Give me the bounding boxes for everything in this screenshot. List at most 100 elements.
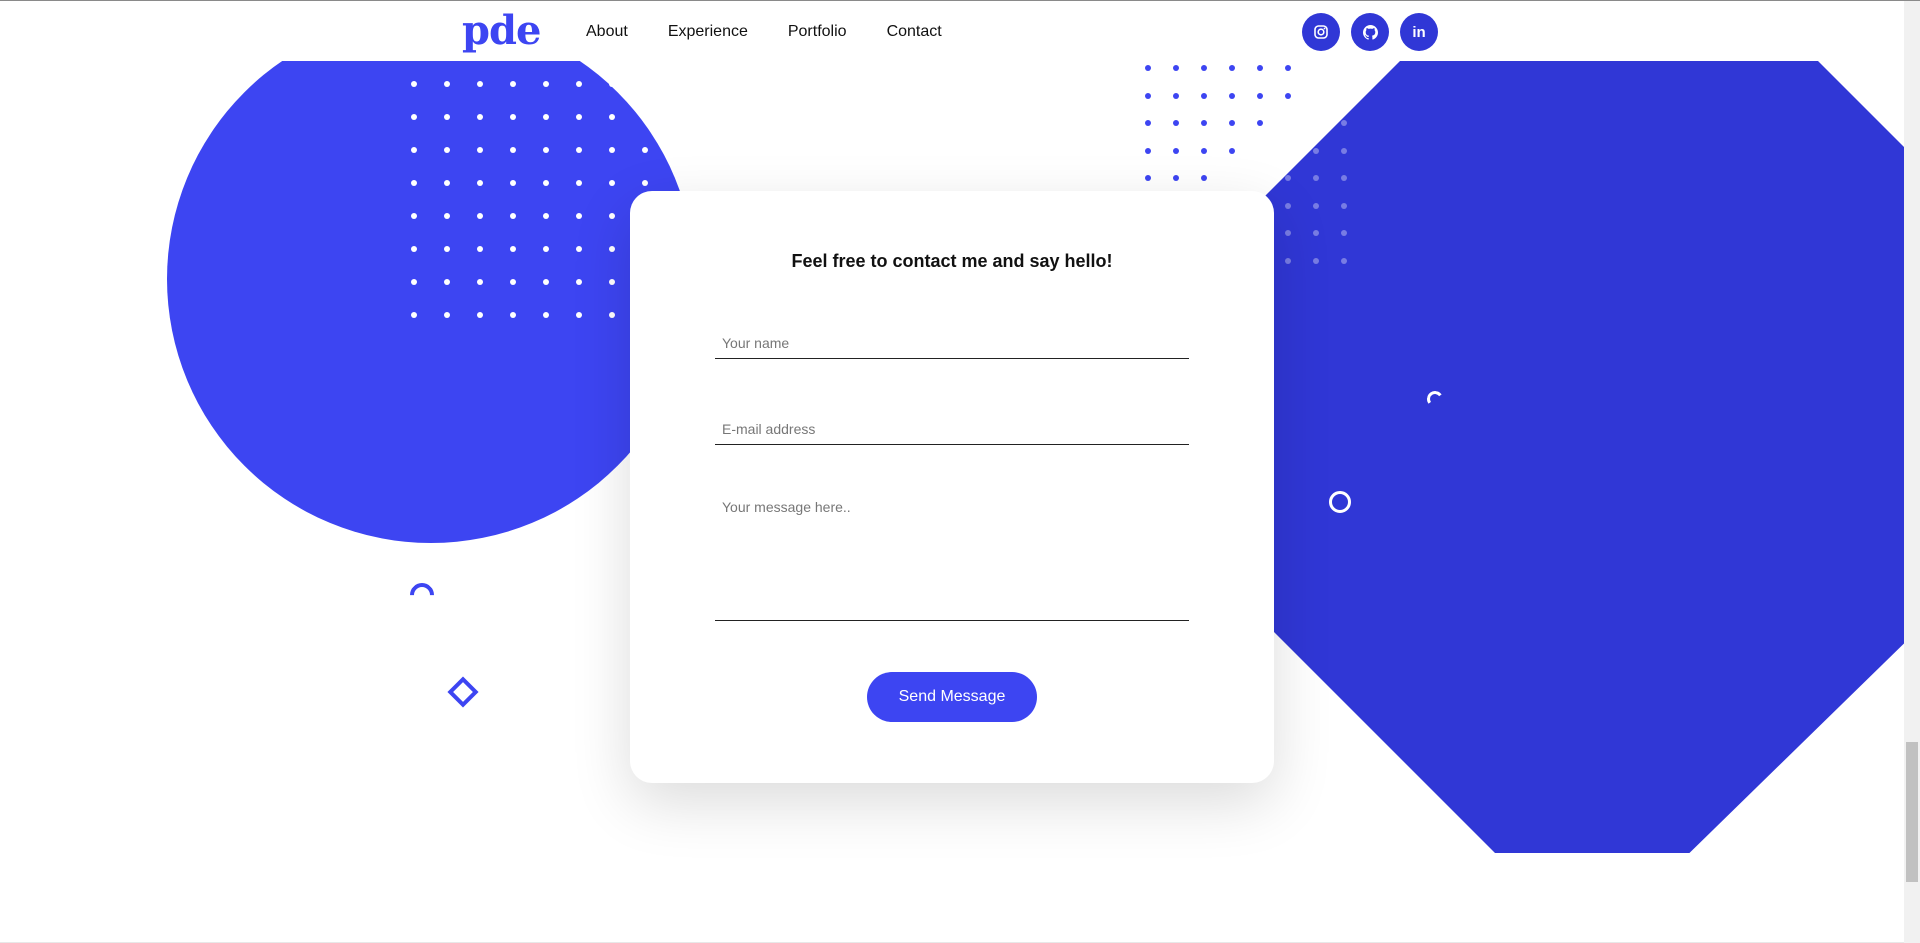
decorative-dot (510, 114, 516, 120)
decorative-dot (477, 312, 483, 318)
decorative-dot (642, 114, 648, 120)
decorative-dot (543, 114, 549, 120)
decorative-dot (444, 246, 450, 252)
decorative-dot (477, 147, 483, 153)
decorative-dot (609, 180, 615, 186)
decorative-dot (411, 213, 417, 219)
decorative-dot (1313, 257, 1319, 264)
decorative-dot (444, 81, 450, 87)
decorative-dot (576, 147, 582, 153)
decorative-dot (1257, 147, 1263, 154)
decorative-dot (1285, 120, 1291, 126)
page: pde About Experience Portfolio Contact i… (0, 1, 1904, 943)
decorative-dot (1145, 147, 1151, 154)
decorative-dot (444, 114, 450, 120)
github-button[interactable] (1351, 13, 1389, 51)
decorative-dot (642, 81, 648, 87)
name-input[interactable] (715, 327, 1189, 359)
decorative-dot (576, 312, 582, 318)
email-input[interactable] (715, 413, 1189, 445)
decorative-dot (1341, 202, 1347, 209)
decorative-dot (411, 279, 417, 285)
decorative-dot (1257, 65, 1263, 71)
decorative-dot (477, 213, 483, 219)
contact-title: Feel free to contact me and say hello! (791, 251, 1113, 271)
decorative-dot (477, 180, 483, 186)
decorative-dot (1145, 65, 1151, 71)
decorative-dot (510, 213, 516, 219)
nav-portfolio[interactable]: Portfolio (788, 21, 847, 43)
decorative-dot (1341, 120, 1347, 126)
github-icon (1362, 24, 1378, 40)
decorative-dot (609, 213, 615, 219)
message-textarea[interactable] (715, 499, 1189, 621)
send-message-button[interactable]: Send Message (867, 672, 1037, 722)
decorative-dot (609, 81, 615, 87)
decorative-dot (1229, 175, 1235, 181)
decorative-dot (1257, 92, 1263, 99)
decorative-dot (510, 180, 516, 186)
decorative-dot (1173, 175, 1179, 181)
decorative-dot (1285, 230, 1291, 236)
nav-about[interactable]: About (586, 21, 628, 43)
contact-card: Feel free to contact me and say hello! S… (630, 191, 1274, 783)
decorative-dot (1341, 175, 1347, 181)
decorative-dot (1229, 120, 1235, 126)
social-links: in (1302, 13, 1438, 51)
ring-icon (1329, 491, 1351, 513)
nav-experience[interactable]: Experience (668, 21, 748, 43)
instagram-button[interactable] (1302, 13, 1340, 51)
decorative-dot (1313, 147, 1319, 154)
decorative-dot (411, 81, 417, 87)
decorative-dot (1313, 92, 1319, 99)
scrollbar-thumb[interactable] (1906, 742, 1918, 882)
decorative-dot (1173, 120, 1179, 126)
decorative-dot (1201, 92, 1207, 99)
decorative-dot (609, 114, 615, 120)
linkedin-button[interactable]: in (1400, 13, 1438, 51)
decorative-dot (1285, 65, 1291, 71)
site-logo[interactable]: pde (462, 7, 541, 55)
nav-contact[interactable]: Contact (887, 21, 942, 43)
decorative-dot (1201, 175, 1207, 181)
main-nav: About Experience Portfolio Contact (586, 21, 982, 43)
decorative-dot (1257, 175, 1263, 181)
decorative-dot (1341, 257, 1347, 264)
decorative-dot (1285, 202, 1291, 209)
decorative-dot (411, 246, 417, 252)
decorative-dot (576, 246, 582, 252)
decorative-dot (411, 180, 417, 186)
decorative-dot (576, 279, 582, 285)
decorative-dot (642, 147, 648, 153)
decorative-dot (477, 279, 483, 285)
decorative-dot (1285, 147, 1291, 154)
decorative-dot (510, 246, 516, 252)
decorative-dot (477, 246, 483, 252)
decorative-dot (609, 312, 615, 318)
decorative-dot (1341, 65, 1347, 71)
vertical-scrollbar[interactable] (1904, 1, 1920, 943)
decorative-dot (411, 114, 417, 120)
decorative-dot (411, 312, 417, 318)
decorative-dot (1201, 65, 1207, 71)
decorative-dot (609, 279, 615, 285)
diamond-icon (447, 676, 479, 708)
arc-icon-blue (405, 578, 439, 612)
decorative-dot (576, 114, 582, 120)
decorative-dot (1313, 230, 1319, 236)
decorative-dot (1257, 120, 1263, 126)
decorative-dot (444, 312, 450, 318)
decorative-dot (576, 81, 582, 87)
decorative-dot (609, 246, 615, 252)
decorative-octagon (1218, 61, 1904, 853)
decorative-dot (510, 279, 516, 285)
decorative-dot (543, 279, 549, 285)
linkedin-icon: in (1412, 23, 1426, 41)
decorative-dot (477, 114, 483, 120)
decorative-dot (444, 279, 450, 285)
decorative-dot (1173, 92, 1179, 99)
decorative-dot (1173, 147, 1179, 154)
decorative-dot (543, 246, 549, 252)
decorative-dot (510, 147, 516, 153)
decorative-dot (543, 180, 549, 186)
